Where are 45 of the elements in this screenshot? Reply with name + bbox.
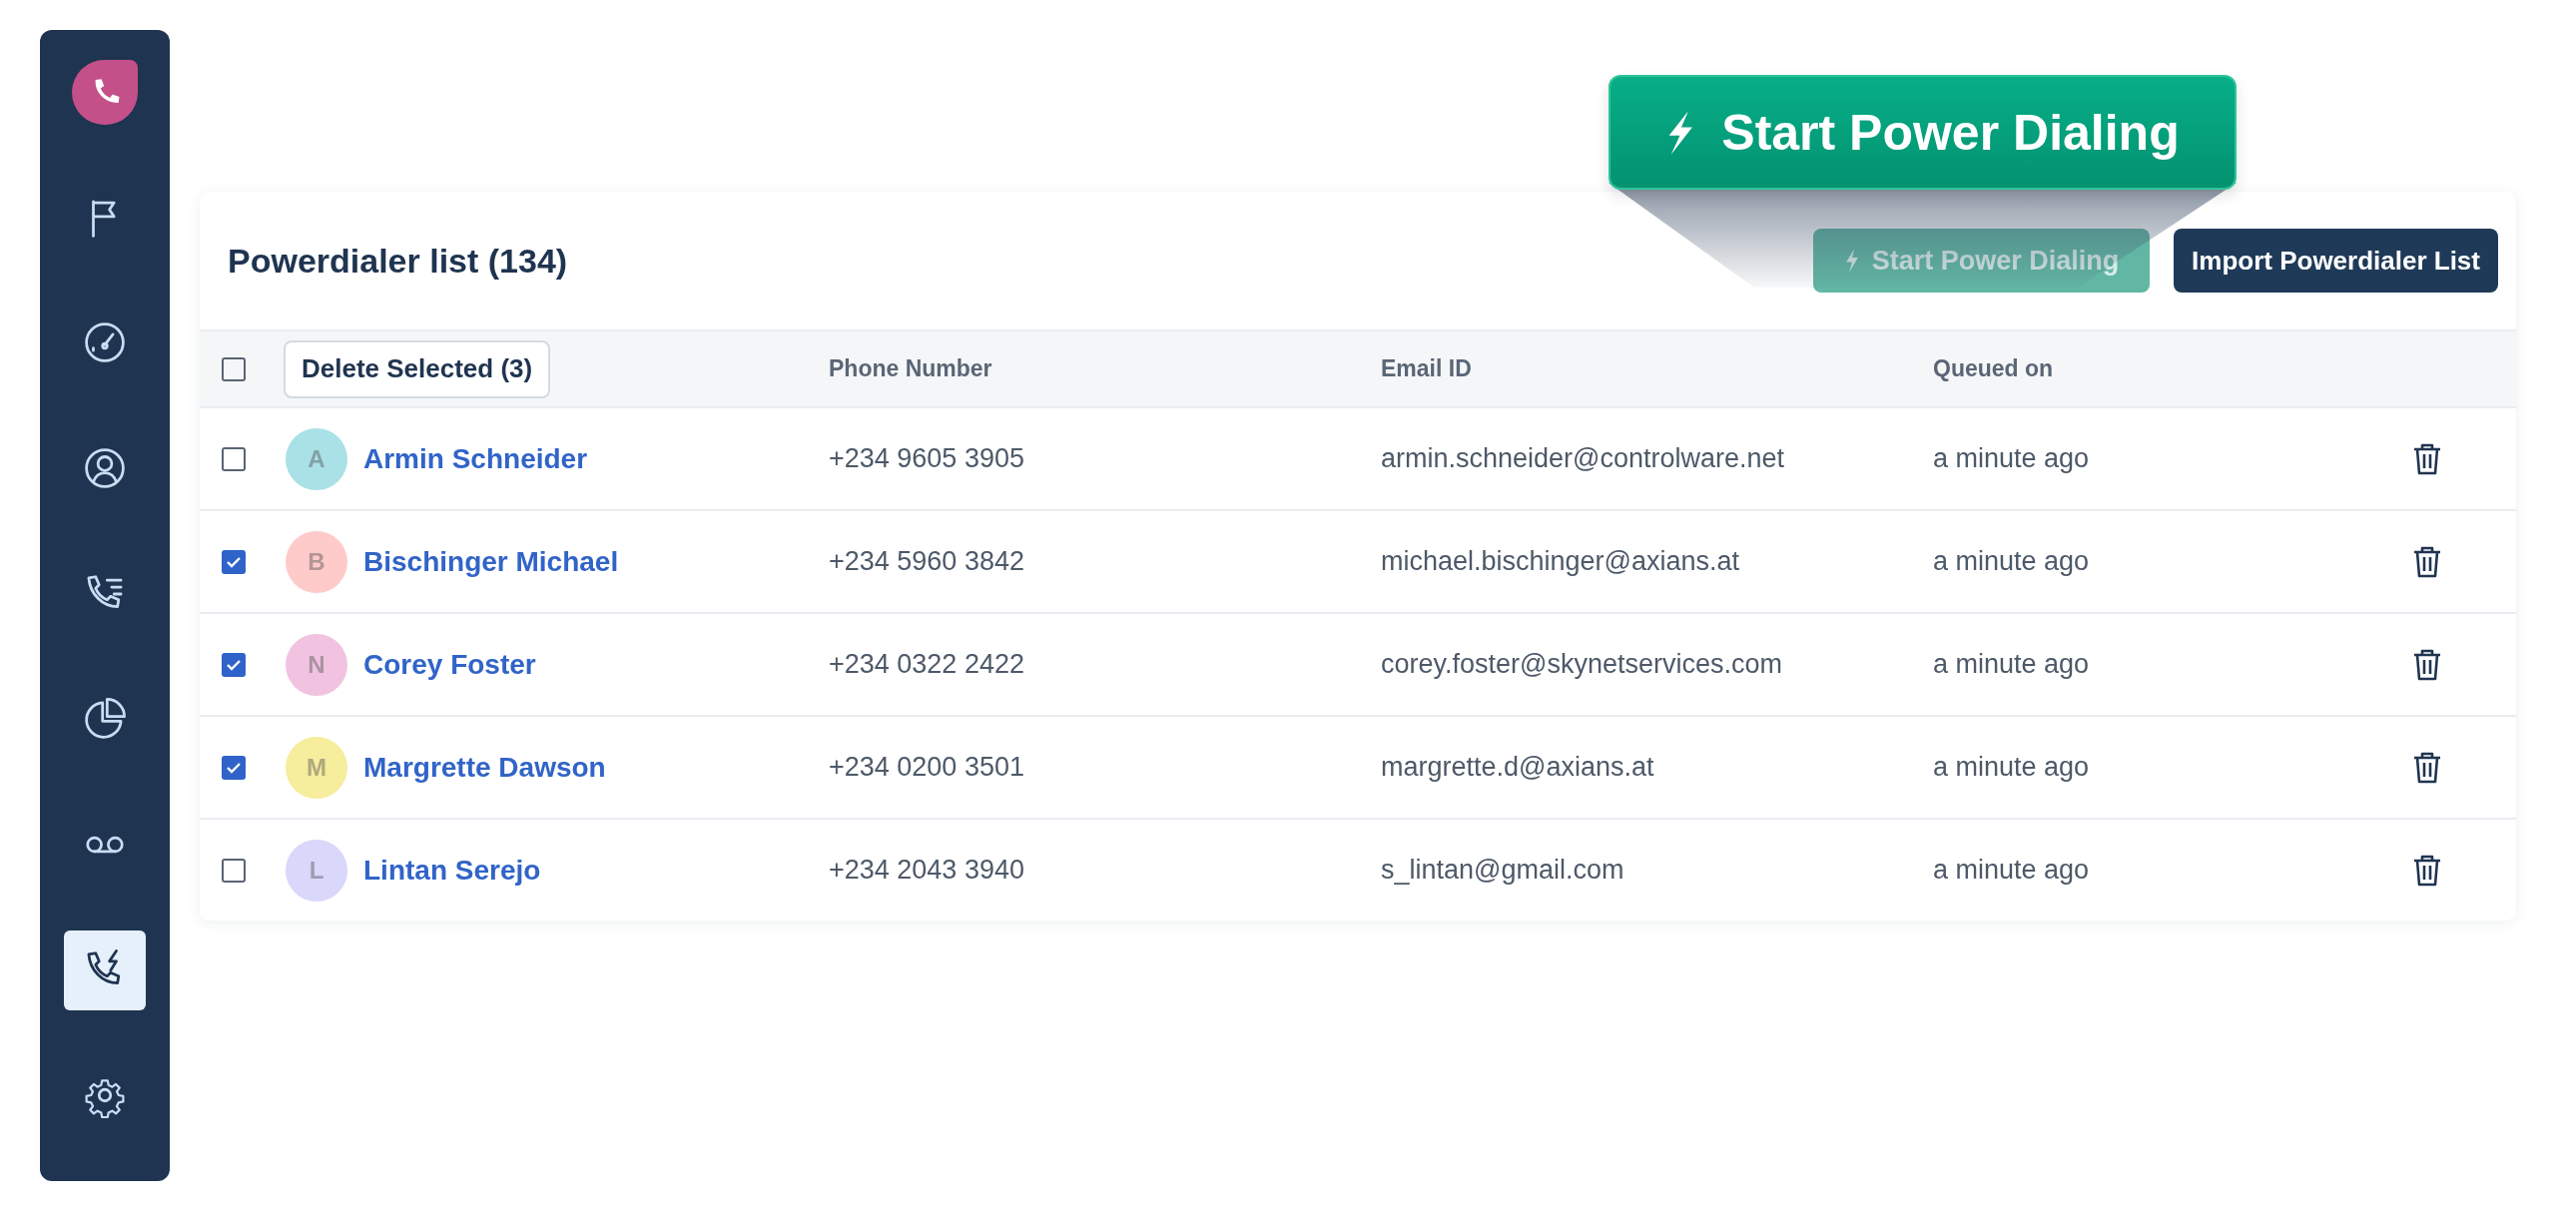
trash-icon[interactable]	[2412, 751, 2442, 784]
phone-number: +234 9605 3905	[829, 443, 1025, 474]
import-list-button[interactable]: Import Powerdialer List	[2174, 229, 2498, 293]
sidebar-item[interactable]	[64, 929, 146, 1010]
queued-time: a minute ago	[1933, 649, 2091, 680]
column-header: Queued on	[1933, 355, 2055, 382]
contact-name-link[interactable]: Corey Foster	[363, 648, 536, 681]
phone-number: +234 5960 3842	[829, 546, 1025, 577]
queued-time: a minute ago	[1933, 855, 2091, 886]
queued-time: a minute ago	[1933, 546, 2091, 577]
email-address: s_lintan@gmail.com	[1381, 855, 1625, 886]
trash-icon[interactable]	[2412, 854, 2442, 887]
email-address: michael.bischinger@axians.at	[1381, 546, 1741, 577]
contact-name-link[interactable]: Margrette Dawson	[363, 751, 606, 784]
queued-time: a minute ago	[1933, 443, 2091, 474]
row-checkbox[interactable]	[222, 652, 246, 677]
delete-selected-button[interactable]: Delete Selected (3)	[284, 339, 551, 398]
row-checkbox[interactable]	[222, 858, 246, 883]
email-address: margrette.d@axians.at	[1381, 752, 1655, 783]
phone-number: +234 0322 2422	[829, 649, 1025, 680]
email-address: corey.foster@skynetservices.com	[1381, 649, 1784, 680]
user-icon	[82, 445, 128, 491]
phone-number: +234 0200 3501	[829, 752, 1025, 783]
avatar: B	[286, 530, 347, 593]
row-checkbox[interactable]	[222, 446, 246, 471]
avatar: N	[286, 633, 347, 696]
row-checkbox[interactable]	[222, 755, 246, 780]
contact-name-link[interactable]: Bischinger Michael	[363, 545, 619, 578]
start-power-dialing-button[interactable]: Start Power Dialing	[1609, 75, 2237, 190]
trash-icon[interactable]	[2412, 442, 2442, 475]
phone-number: +234 2043 3940	[829, 855, 1025, 886]
avatar: M	[286, 736, 347, 799]
avatar: A	[286, 427, 347, 490]
column-header: Email ID	[1381, 355, 1473, 382]
trash-icon[interactable]	[2412, 648, 2442, 681]
email-address: armin.schneider@controlware.net	[1381, 443, 1786, 474]
list-title: Powerdialer list (134)	[228, 241, 568, 281]
select-all-checkbox[interactable]	[222, 356, 246, 381]
contact-name-link[interactable]: Armin Schneider	[363, 442, 588, 475]
contact-name-link[interactable]: Lintan Serejo	[363, 854, 541, 887]
queued-time: a minute ago	[1933, 752, 2091, 783]
trash-icon[interactable]	[2412, 545, 2442, 578]
column-header: Phone Number	[829, 355, 993, 382]
avatar: L	[286, 839, 347, 902]
row-checkbox[interactable]	[222, 549, 246, 574]
